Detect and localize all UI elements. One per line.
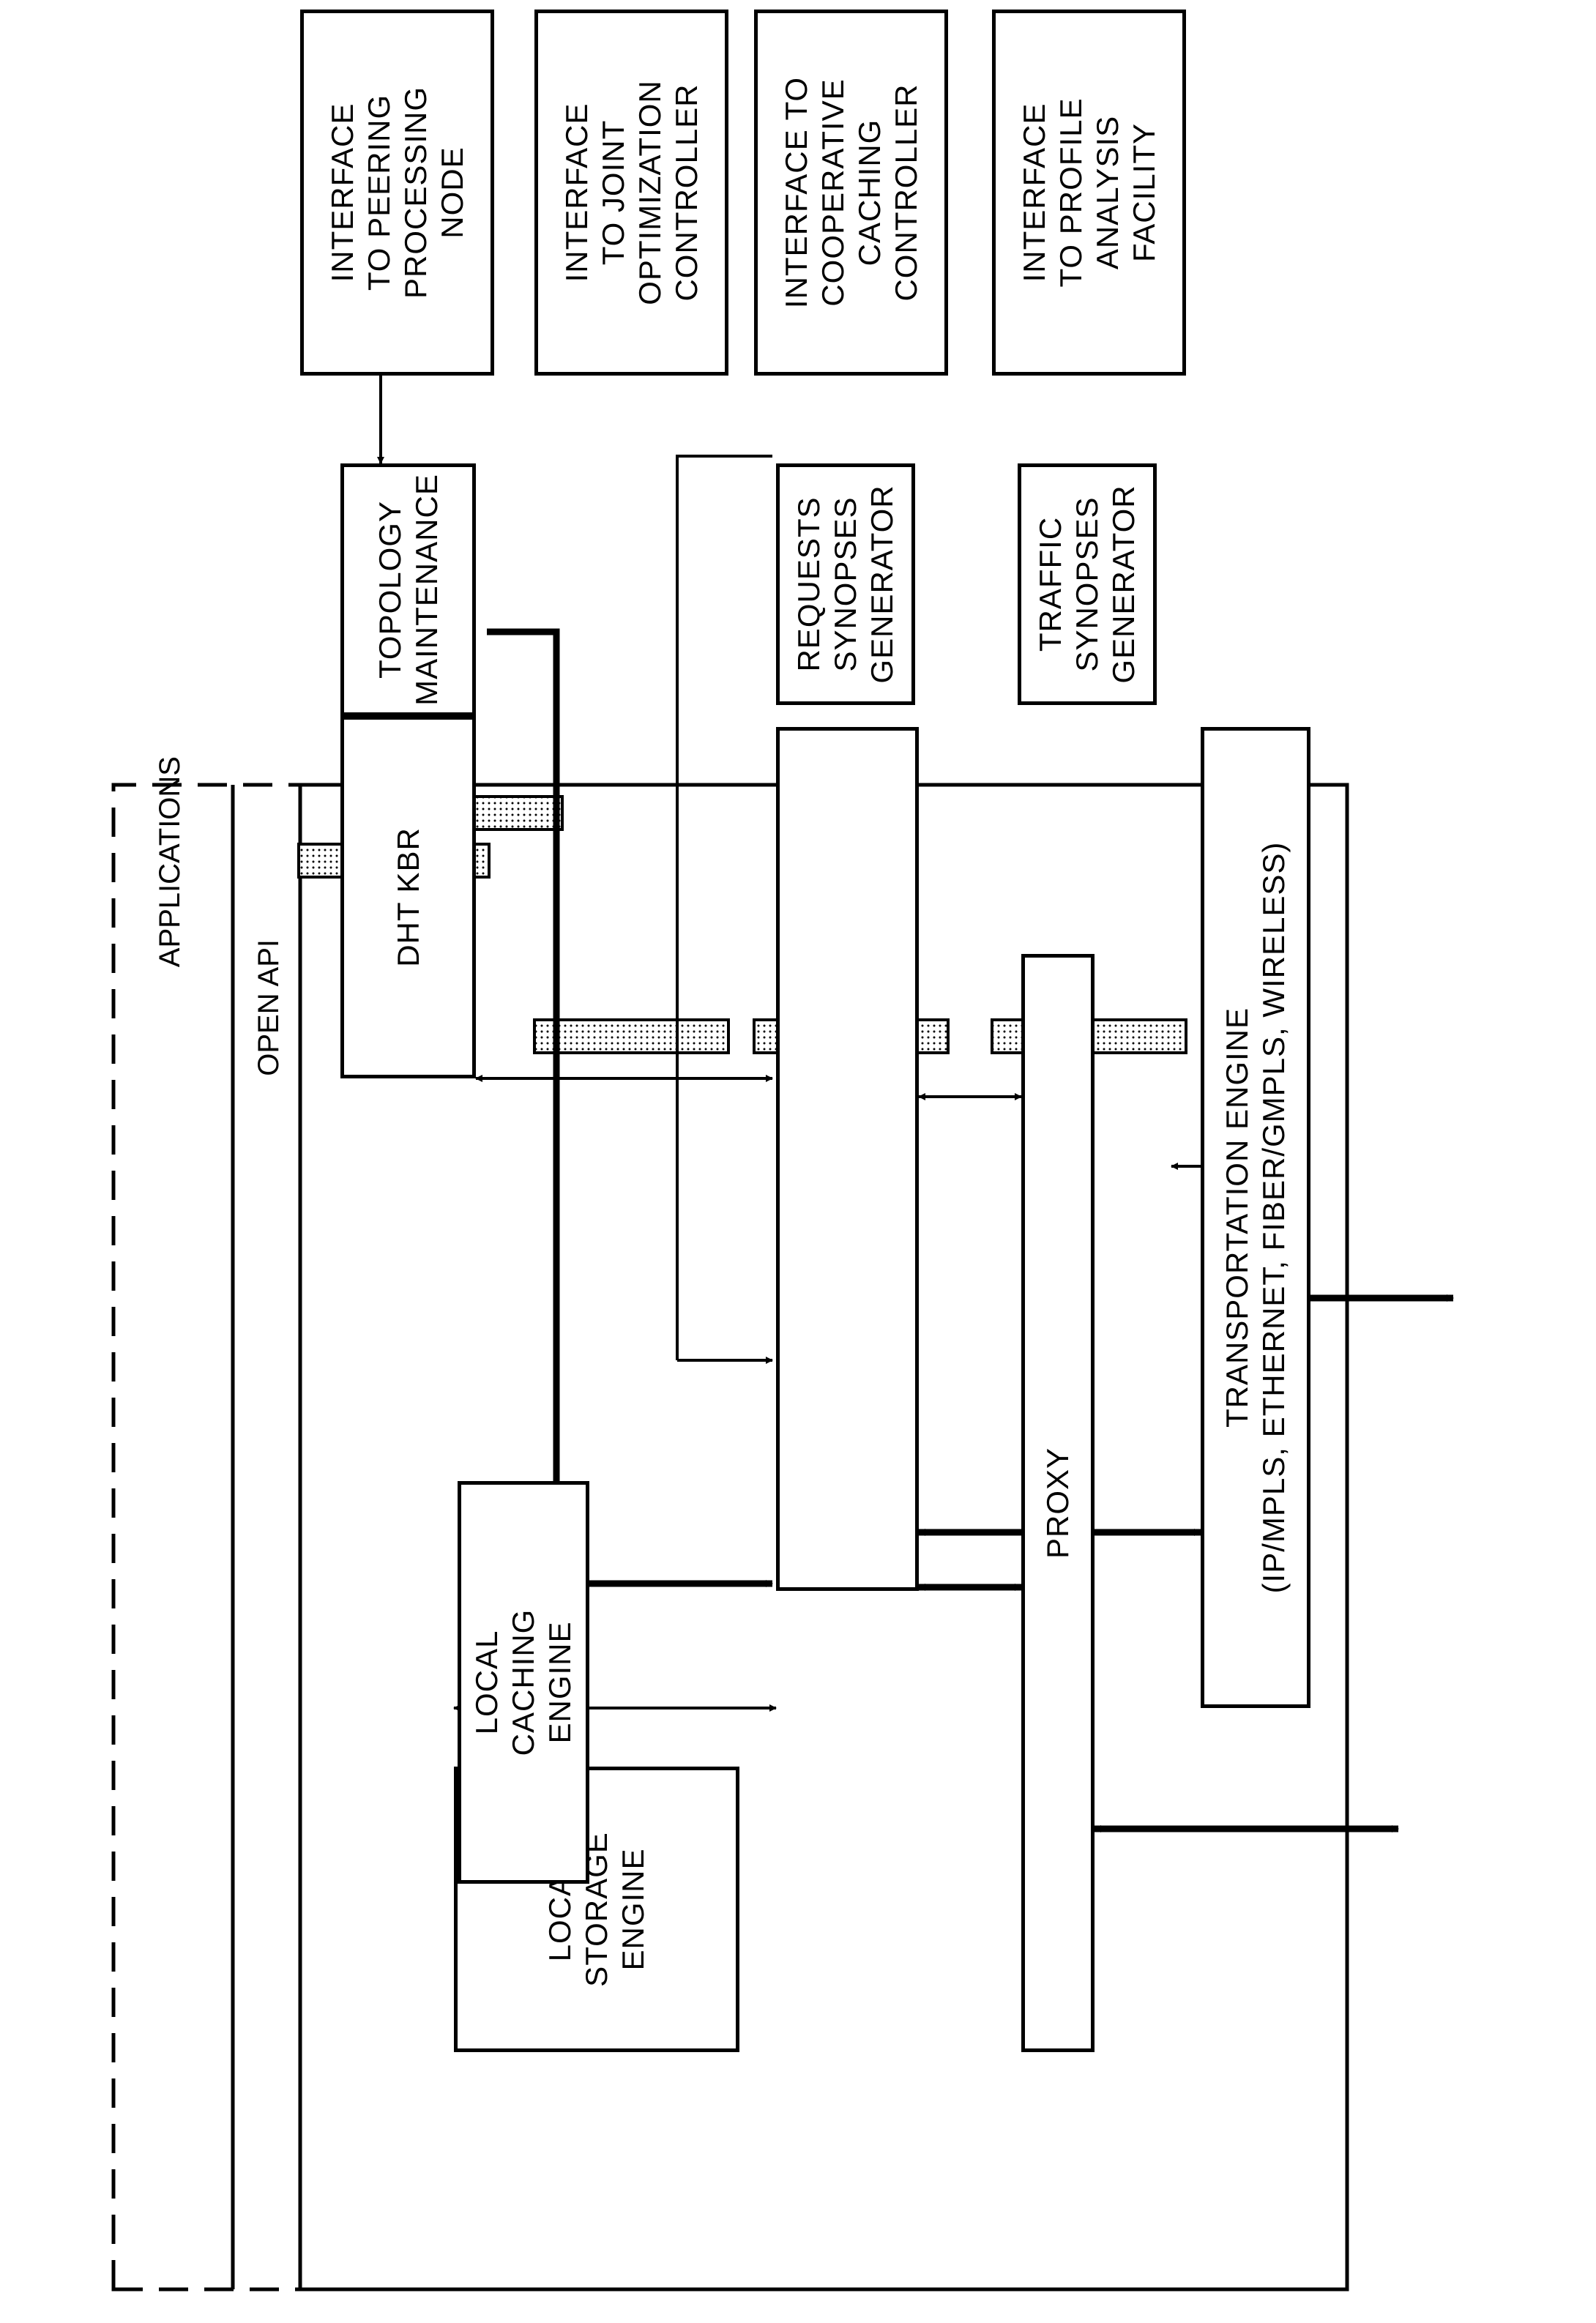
dht-kbr: DHT KBR [340,716,476,1078]
patent-figure: APPLICATIONS OPEN API LOCAL STORAGE ENGI… [0,0,1596,2323]
rotated-diagram: APPLICATIONS OPEN API LOCAL STORAGE ENGI… [0,0,1596,2323]
transportation-engine: TRANSPORTATION ENGINE (IP/MPLS, ETHERNET… [1201,727,1310,1708]
traffic-synopses-generator: TRAFFIC SYNOPSES GENERATOR [1018,463,1157,705]
interface-joint: INTERFACE TO JOINT OPTIMIZATION CONTROLL… [534,10,728,376]
interface-cooperative: INTERFACE TO COOPERATIVE CACHING CONTROL… [754,10,948,376]
open-api-label: OPEN API [253,939,285,1076]
topology-maintenance: TOPOLOGY MAINTENANCE [340,463,476,716]
interface-profile: INTERFACE TO PROFILE ANALYSIS FACILITY [992,10,1186,376]
topology-routing-link [487,628,773,1587]
applications-label: APPLICATIONS [154,756,186,968]
interface-peering: INTERFACE TO PEERING PROCESSING NODE [300,10,494,376]
content-routing-engine [776,727,919,1591]
proxy: PROXY [1021,954,1095,2052]
local-caching-engine: LOCAL CACHING ENGINE [458,1481,589,1884]
requests-synopses-generator: REQUESTS SYNOPSES GENERATOR [776,463,915,705]
joint-link [533,1018,730,1054]
storage-nameres-path [676,455,772,1360]
